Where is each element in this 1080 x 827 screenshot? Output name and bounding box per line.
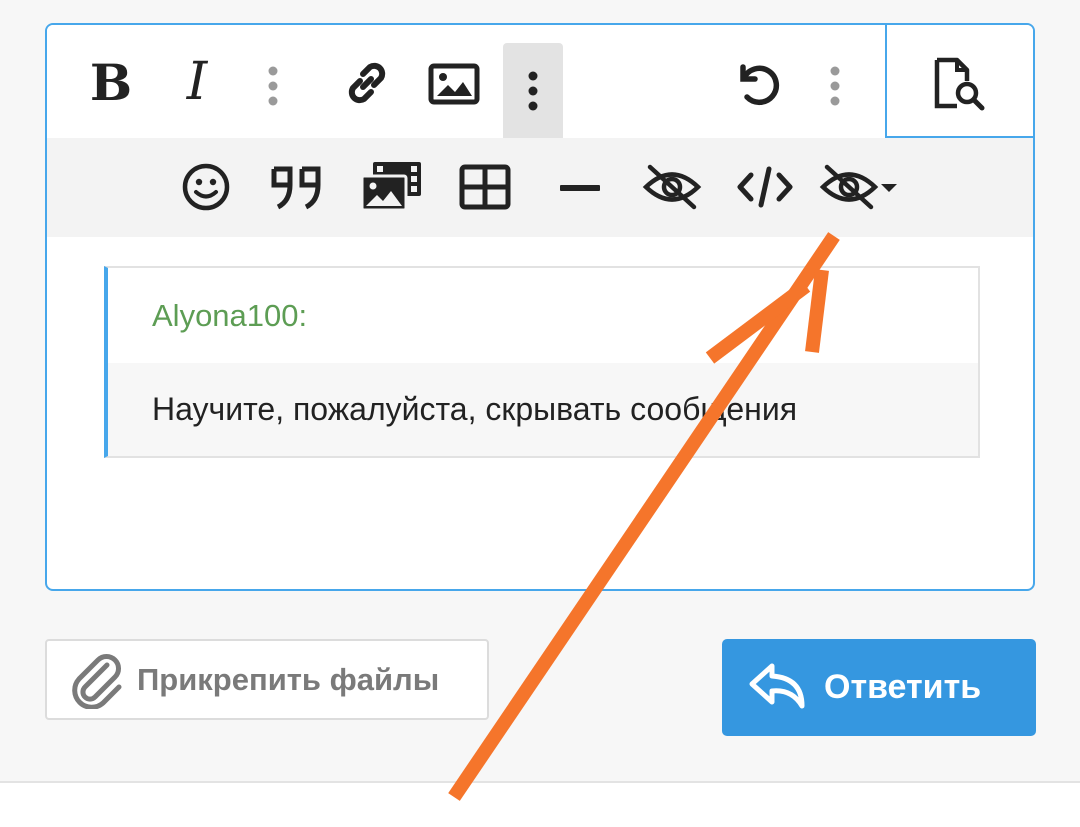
spoiler-button[interactable] (637, 160, 707, 214)
quote-author[interactable]: Alyona100: (152, 298, 307, 334)
eye-slash-icon (642, 164, 702, 210)
reply-button[interactable]: Ответить (722, 639, 1036, 736)
editor-toolbar-top: B I (47, 25, 885, 138)
quote-block[interactable]: Alyona100: Научите, пожалуйста, скрывать… (104, 266, 980, 458)
quote-button[interactable] (265, 160, 329, 214)
media-button[interactable] (357, 158, 427, 216)
italic-button[interactable]: I (169, 51, 225, 113)
undo-icon (740, 64, 780, 106)
more-options-button[interactable] (815, 61, 855, 111)
attach-files-button[interactable]: Прикрепить файлы (45, 639, 489, 720)
reply-icon (749, 663, 805, 708)
editor-toolbar-bottom (47, 138, 1033, 237)
image-button[interactable] (423, 59, 485, 109)
vertical-dots-icon (528, 71, 538, 110)
table-icon (459, 164, 511, 210)
italic-icon: I (186, 52, 208, 112)
vertical-dots-icon (830, 66, 840, 106)
smile-icon (182, 163, 230, 211)
smilies-button[interactable] (177, 160, 235, 214)
bold-button[interactable]: B (83, 51, 139, 113)
hide-dropdown-button[interactable] (815, 160, 905, 214)
horizontal-line-button[interactable] (553, 168, 607, 208)
more-text-button[interactable] (253, 61, 293, 111)
media-gallery-icon (360, 162, 421, 212)
code-button[interactable] (733, 160, 797, 214)
page-footer-area (0, 783, 1080, 827)
quote-icon (271, 166, 321, 210)
horizontal-line-icon (560, 185, 600, 191)
reply-label: Ответить (824, 668, 982, 706)
quote-body: Научите, пожалуйста, скрывать сообщения (108, 363, 978, 456)
document-search-icon (934, 57, 985, 111)
preview-button[interactable] (885, 25, 1033, 138)
attach-files-label: Прикрепить файлы (137, 661, 440, 697)
link-icon (348, 62, 386, 104)
more-insert-button[interactable] (503, 43, 563, 138)
paperclip-icon (72, 653, 122, 709)
eye-slash-dropdown-icon (819, 164, 897, 210)
image-icon (428, 63, 480, 105)
bold-icon: B (89, 52, 133, 112)
undo-button[interactable] (727, 55, 787, 111)
message-editor[interactable]: B I Alyona100: Научите, пожалуйста, скры… (45, 23, 1035, 591)
table-button[interactable] (455, 160, 515, 214)
code-icon (737, 166, 793, 208)
vertical-dots-icon (268, 66, 278, 106)
quote-text: Научите, пожалуйста, скрывать сообщения (152, 391, 798, 427)
link-button[interactable] (337, 55, 397, 111)
